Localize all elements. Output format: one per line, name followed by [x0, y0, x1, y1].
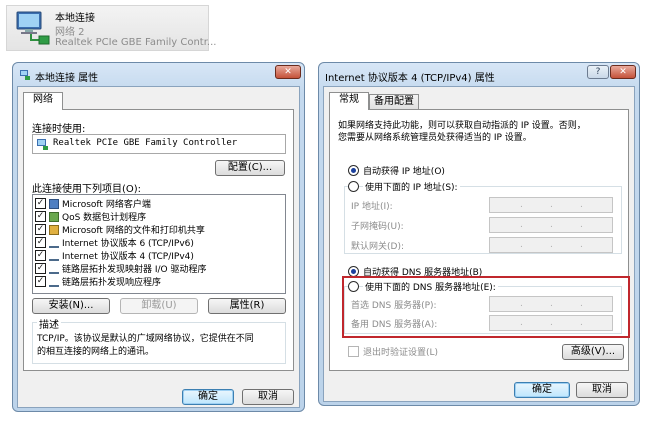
- list-item[interactable]: ✓ Microsoft 网络客户端: [35, 197, 283, 210]
- item-checkbox[interactable]: ✓: [35, 276, 46, 287]
- qos-icon: [49, 212, 59, 222]
- item-checkbox[interactable]: ✓: [35, 198, 46, 209]
- items-list[interactable]: ✓ Microsoft 网络客户端 ✓ QoS 数据包计划程序 ✓ Micros…: [32, 194, 286, 294]
- list-item[interactable]: ✓ Internet 协议版本 6 (TCP/IPv6): [35, 236, 283, 249]
- connection-title: 本地连接: [55, 13, 95, 24]
- description-text-2: 的相互连接的网络上的通讯。: [37, 347, 155, 357]
- subnet-field[interactable]: ...: [489, 217, 613, 233]
- ipv4-properties-window: Internet 协议版本 4 (TCP/IPv4) 属性 ? ✕ 常规 备用配…: [318, 62, 640, 406]
- ip-address-label: IP 地址(I):: [351, 202, 393, 212]
- file-share-icon: [49, 225, 59, 235]
- protocol-icon: [49, 251, 59, 261]
- item-label: 链路层拓扑发现映射器 I/O 驱动程序: [62, 265, 207, 275]
- left-window-body: 网络 连接时使用: Realtek PCIe GBE Family Contro…: [17, 86, 300, 408]
- subnet-label: 子网掩码(U):: [351, 222, 404, 232]
- right-ok-button[interactable]: 确定: [514, 382, 570, 398]
- item-label: 链路层拓扑发现响应程序: [62, 278, 162, 288]
- close-icon: ✕: [619, 67, 627, 77]
- list-item[interactable]: ✓ 链路层拓扑发现响应程序: [35, 275, 283, 288]
- left-close-button[interactable]: ✕: [275, 65, 301, 79]
- item-checkbox[interactable]: ✓: [35, 211, 46, 222]
- item-label: Microsoft 网络的文件和打印机共享: [62, 226, 205, 236]
- auto-ip-label[interactable]: 自动获得 IP 地址(O): [363, 164, 445, 177]
- dns-highlight-box: [342, 276, 630, 338]
- item-checkbox[interactable]: ✓: [35, 250, 46, 261]
- right-cancel-button[interactable]: 取消: [576, 382, 628, 398]
- item-label: Internet 协议版本 6 (TCP/IPv6): [62, 239, 194, 249]
- adapter-icon: [37, 139, 48, 150]
- gateway-label: 默认网关(D):: [351, 242, 404, 252]
- item-label: Microsoft 网络客户端: [62, 200, 151, 210]
- client-icon: [49, 199, 59, 209]
- left-ok-button[interactable]: 确定: [182, 389, 234, 405]
- list-item-selected[interactable]: ✓ Internet 协议版本 4 (TCP/IPv4): [35, 249, 283, 262]
- adapter-field: Realtek PCIe GBE Family Controller: [32, 134, 286, 154]
- gateway-field[interactable]: ...: [489, 237, 613, 253]
- close-icon: ✕: [284, 67, 292, 77]
- protocol-icon: [49, 238, 59, 248]
- item-label: Internet 协议版本 4 (TCP/IPv4): [62, 252, 194, 262]
- list-item[interactable]: ✓ Microsoft 网络的文件和打印机共享: [35, 223, 283, 236]
- right-window-title: Internet 协议版本 4 (TCP/IPv4) 属性: [325, 73, 495, 84]
- uninstall-button[interactable]: 卸载(U): [120, 298, 198, 314]
- item-checkbox[interactable]: ✓: [35, 263, 46, 274]
- network-tab-page: 连接时使用: Realtek PCIe GBE Family Controlle…: [23, 109, 294, 371]
- ip-address-field[interactable]: ...: [489, 197, 613, 213]
- left-cancel-button[interactable]: 取消: [242, 389, 294, 405]
- connect-using-label: 连接时使用:: [32, 124, 86, 135]
- install-button[interactable]: 安装(N)...: [32, 298, 110, 314]
- manual-ip-label[interactable]: 使用下面的 IP 地址(S):: [363, 180, 460, 193]
- item-label: QoS 数据包计划程序: [62, 213, 147, 223]
- local-connection-properties-window: 本地连接 属性 ✕ 网络 连接时使用: Realtek PCIe GBE Fam…: [12, 62, 305, 412]
- manual-ip-radio[interactable]: [348, 181, 359, 192]
- list-item[interactable]: ✓ 链路层拓扑发现映射器 I/O 驱动程序: [35, 262, 283, 275]
- advanced-button[interactable]: 高级(V)...: [562, 344, 624, 360]
- right-window-body: 常规 备用配置 如果网络支持此功能，则可以获取自动指派的 IP 设置。否则， 您…: [323, 86, 635, 402]
- tab-general[interactable]: 常规: [329, 92, 369, 110]
- configure-button[interactable]: 配置(C)...: [215, 160, 285, 176]
- connection-header[interactable]: 本地连接 网络 2 Realtek PCIe GBE Family Contr.…: [6, 5, 216, 51]
- intro-line-2: 您需要从网络系统管理员处获得适当的 IP 设置。: [338, 133, 532, 143]
- connection-network: 网络 2: [55, 27, 85, 38]
- description-text-1: TCP/IP。该协议是默认的广域网络协议，它提供在不同: [37, 334, 254, 344]
- protocol-icon: [49, 264, 59, 274]
- items-label: 此连接使用下列项目(O):: [32, 184, 142, 195]
- left-window-title: 本地连接 属性: [35, 73, 99, 84]
- connection-adapter: Realtek PCIe GBE Family Contr...: [55, 37, 217, 48]
- list-item[interactable]: ✓ QoS 数据包计划程序: [35, 210, 283, 223]
- help-button[interactable]: ?: [587, 65, 609, 79]
- help-icon: ?: [595, 67, 601, 77]
- description-group: 描述 TCP/IP。该协议是默认的广域网络协议，它提供在不同 的相互连接的网络上…: [32, 316, 286, 364]
- general-tab-page: 如果网络支持此功能，则可以获取自动指派的 IP 设置。否则， 您需要从网络系统管…: [329, 109, 630, 371]
- protocol-icon: [49, 277, 59, 287]
- network-adapter-icon: [16, 11, 50, 45]
- item-checkbox[interactable]: ✓: [35, 237, 46, 248]
- description-label: 描述: [37, 316, 61, 331]
- tab-alternate-config[interactable]: 备用配置: [369, 94, 419, 109]
- validate-label[interactable]: 退出时验证设置(L): [363, 345, 438, 358]
- manual-ip-group: 使用下面的 IP 地址(S): IP 地址(I): ... 子网掩码(U): .…: [344, 180, 622, 254]
- item-checkbox[interactable]: ✓: [35, 224, 46, 235]
- window-network-icon: [20, 70, 30, 80]
- properties-button[interactable]: 属性(R): [208, 298, 286, 314]
- adapter-name: Realtek PCIe GBE Family Controller: [53, 138, 238, 148]
- validate-checkbox[interactable]: [348, 346, 359, 357]
- tab-network[interactable]: 网络: [23, 92, 63, 110]
- right-close-button[interactable]: ✕: [610, 65, 636, 79]
- auto-ip-radio[interactable]: [348, 165, 359, 176]
